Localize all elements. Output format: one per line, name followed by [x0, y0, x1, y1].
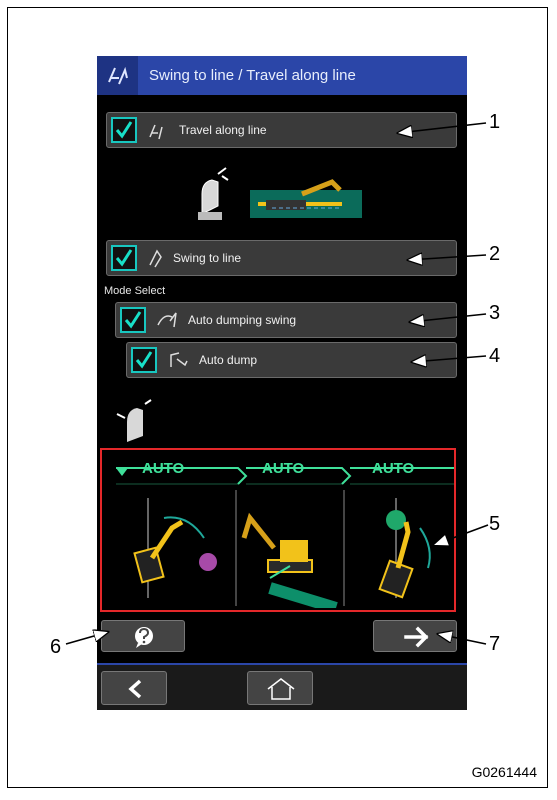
callout-7: 7: [489, 633, 501, 655]
callout-4: 4: [489, 345, 501, 367]
callout-6: 6: [50, 636, 62, 658]
callout-5: 5: [489, 513, 501, 535]
callout-1: 1: [489, 111, 501, 133]
callout-2: 2: [489, 243, 501, 265]
callout-3: 3: [489, 302, 501, 324]
figure-code: G0261444: [471, 764, 537, 780]
callout-arrows: [65, 122, 489, 645]
